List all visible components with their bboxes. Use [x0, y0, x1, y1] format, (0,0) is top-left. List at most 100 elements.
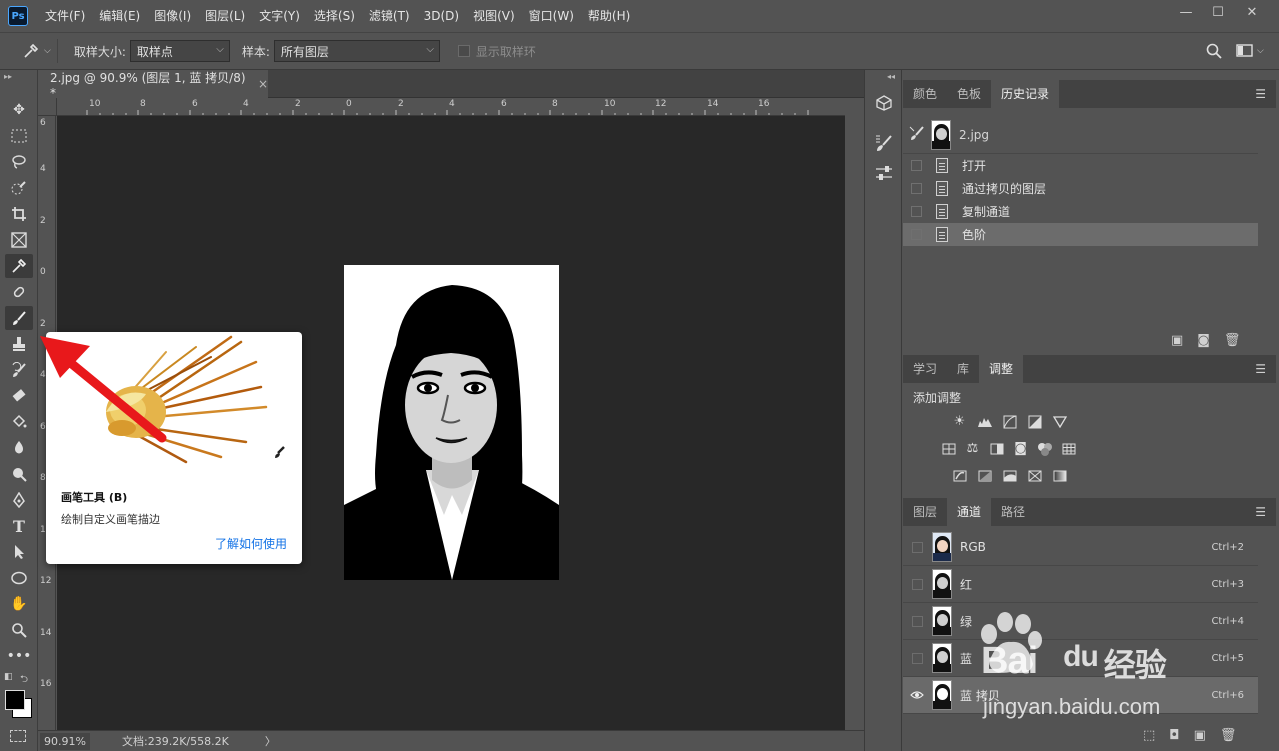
color-balance-icon[interactable]: ⚖ [964, 441, 981, 456]
tool-presets-icon[interactable] [873, 162, 895, 184]
panel-menu-icon[interactable]: ☰ [1255, 362, 1266, 376]
channel-row-blue-copy[interactable]: 蓝 拷贝 Ctrl+6 [903, 677, 1258, 714]
brush-settings-icon[interactable] [873, 132, 895, 154]
zoom-level-field[interactable]: 90.91% [40, 732, 90, 750]
workspace-icon[interactable]: ⌵ [1236, 43, 1264, 59]
ellipse-tool-icon[interactable] [5, 566, 33, 590]
learn-how-link[interactable]: 了解如何使用 [215, 535, 287, 552]
history-item[interactable]: 打开 [903, 154, 1258, 177]
history-brush-tool-icon[interactable] [5, 358, 33, 382]
invert-icon[interactable] [951, 468, 968, 483]
trash-icon[interactable]: 🗑 [1220, 728, 1237, 743]
vertical-scrollbar[interactable] [845, 98, 864, 730]
foreground-color-swatch[interactable] [5, 690, 25, 710]
photo-filter-icon[interactable]: ◙ [1012, 441, 1029, 456]
save-selection-icon[interactable]: ◘ [1169, 728, 1179, 743]
menu-edit[interactable]: 编辑(E) [92, 0, 147, 32]
dodge-tool-icon[interactable] [5, 462, 33, 486]
minimize-button[interactable]: — [1170, 0, 1202, 24]
channel-row-blue[interactable]: 蓝 Ctrl+5 [903, 640, 1258, 677]
tab-channels[interactable]: 通道 [947, 498, 992, 526]
tab-swatches[interactable]: 色板 [947, 80, 991, 108]
marquee-tool-icon[interactable] [5, 124, 33, 148]
default-colors-icon[interactable]: ◧ [4, 672, 13, 682]
paint-bucket-tool-icon[interactable] [5, 410, 33, 434]
collapse-icon[interactable]: ▸▸ [4, 72, 12, 81]
menu-file[interactable]: 文件(F) [38, 0, 92, 32]
history-snapshot-row[interactable]: 2.jpg [903, 116, 1258, 154]
selective-color-icon[interactable] [1026, 468, 1043, 483]
channel-row-rgb[interactable]: RGB Ctrl+2 [903, 529, 1258, 566]
pen-tool-icon[interactable] [5, 488, 33, 512]
visibility-toggle[interactable] [910, 540, 924, 554]
quick-select-tool-icon[interactable] [5, 176, 33, 200]
history-item[interactable]: 通过拷贝的图层 [903, 177, 1258, 200]
lasso-tool-icon[interactable] [5, 150, 33, 174]
menu-layer[interactable]: 图层(L) [198, 0, 252, 32]
sample-size-select[interactable]: 取样点 ⌵ [129, 40, 230, 62]
close-tab-icon[interactable]: × [258, 77, 268, 91]
eyedropper-tool-icon[interactable] [5, 254, 33, 278]
exposure-icon[interactable] [1026, 414, 1043, 429]
history-item-selected[interactable]: 色阶 [903, 223, 1258, 246]
swap-colors-icon[interactable]: ⮌ [20, 672, 28, 689]
tab-learn[interactable]: 学习 [903, 355, 947, 383]
channel-row-red[interactable]: 红 Ctrl+3 [903, 566, 1258, 603]
panel-menu-icon[interactable]: ☰ [1255, 87, 1266, 101]
history-brush-source-box[interactable] [911, 229, 922, 240]
blur-tool-icon[interactable] [5, 436, 33, 460]
history-brush-source-box[interactable] [911, 160, 922, 171]
tab-layers[interactable]: 图层 [903, 498, 947, 526]
curves-icon[interactable] [1001, 414, 1018, 429]
channel-mixer-icon[interactable] [1036, 441, 1053, 456]
load-selection-icon[interactable]: ⬚ [1143, 728, 1155, 743]
menu-window[interactable]: 窗口(W) [522, 0, 581, 32]
history-brush-source-box[interactable] [911, 206, 922, 217]
healing-brush-tool-icon[interactable] [5, 280, 33, 304]
restore-button[interactable]: ☐ [1202, 0, 1234, 24]
quick-mask-icon[interactable] [10, 730, 26, 742]
hue-saturation-icon[interactable] [940, 441, 957, 456]
menu-help[interactable]: 帮助(H) [581, 0, 637, 32]
document-tab[interactable]: 2.jpg @ 90.9% (图层 1, 蓝 拷贝/8) * × [38, 70, 268, 100]
eraser-tool-icon[interactable] [5, 384, 33, 408]
path-select-tool-icon[interactable] [5, 540, 33, 564]
tab-history[interactable]: 历史记录 [991, 80, 1060, 108]
tab-paths[interactable]: 路径 [991, 498, 1035, 526]
collapse-icon[interactable]: ◂◂ [887, 72, 895, 81]
camera-icon[interactable]: ◙ [1197, 333, 1210, 348]
trash-icon[interactable]: 🗑 [1224, 333, 1241, 348]
sample-select[interactable]: 所有图层 ⌵ [273, 40, 440, 62]
3d-panel-icon[interactable] [873, 92, 895, 114]
more-tools-icon[interactable]: ••• [5, 644, 33, 668]
tab-adjustments[interactable]: 调整 [979, 355, 1024, 383]
menu-select[interactable]: 选择(S) [307, 0, 362, 32]
eyedropper-preset-icon[interactable]: ⌵ [22, 42, 51, 60]
visibility-toggle[interactable] [910, 651, 924, 665]
show-ring-checkbox[interactable] [457, 45, 470, 57]
history-brush-source-icon[interactable] [909, 125, 925, 144]
history-brush-source-box[interactable] [911, 183, 922, 194]
gradient-map-icon[interactable] [1051, 468, 1068, 483]
close-window-button[interactable]: ✕ [1236, 0, 1268, 24]
menu-filter[interactable]: 滤镜(T) [362, 0, 417, 32]
menu-image[interactable]: 图像(I) [147, 0, 198, 32]
crop-tool-icon[interactable] [5, 202, 33, 226]
brightness-contrast-icon[interactable]: ☀ [951, 414, 968, 429]
eye-icon[interactable] [910, 688, 924, 702]
search-icon[interactable] [1205, 42, 1223, 63]
menu-3d[interactable]: 3D(D) [417, 0, 466, 32]
history-item[interactable]: 复制通道 [903, 200, 1258, 223]
channel-row-green[interactable]: 绿 Ctrl+4 [903, 603, 1258, 640]
panel-menu-icon[interactable]: ☰ [1255, 505, 1266, 519]
vibrance-icon[interactable] [1051, 414, 1068, 429]
move-tool-icon[interactable]: ✥ [5, 98, 33, 122]
frame-tool-icon[interactable] [5, 228, 33, 252]
levels-icon[interactable] [976, 414, 993, 429]
black-white-icon[interactable] [988, 441, 1005, 456]
visibility-toggle[interactable] [910, 614, 924, 628]
menu-type[interactable]: 文字(Y) [252, 0, 307, 32]
show-ring-option[interactable]: 显示取样环 [457, 43, 536, 60]
posterize-icon[interactable] [976, 468, 993, 483]
type-tool-icon[interactable]: T [5, 514, 33, 538]
